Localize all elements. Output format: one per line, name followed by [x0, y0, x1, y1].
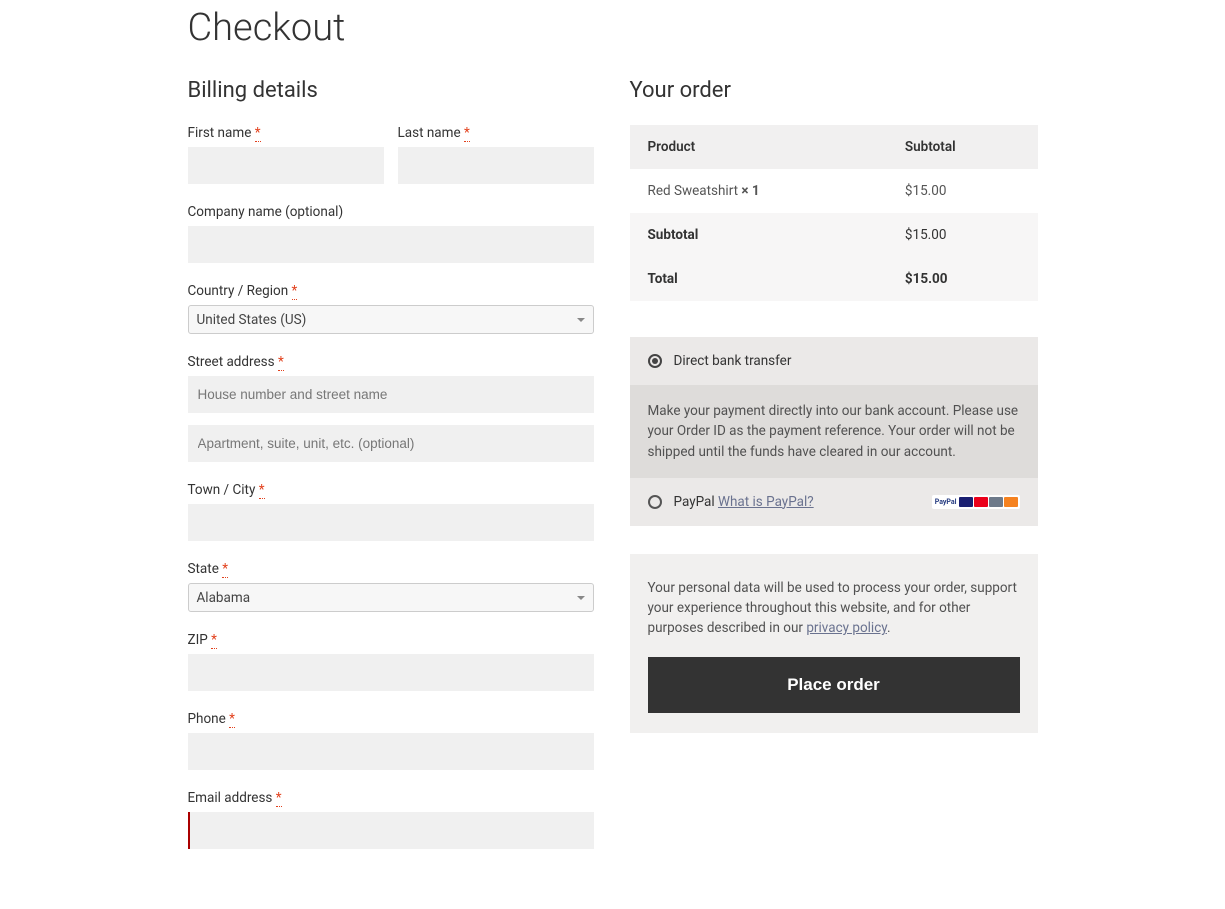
item-name: Red Sweatshirt	[648, 183, 742, 199]
what-is-paypal-link[interactable]: What is PayPal?	[718, 494, 814, 510]
apartment-field[interactable]	[188, 425, 594, 462]
first-name-field[interactable]	[188, 147, 384, 184]
zip-field[interactable]	[188, 654, 594, 691]
subtotal-value: $15.00	[887, 213, 1038, 257]
country-label: Country / Region *	[188, 283, 594, 299]
item-qty: × 1	[741, 183, 759, 199]
phone-label: Phone *	[188, 711, 594, 727]
email-field[interactable]	[188, 812, 594, 849]
required-asterisk: *	[229, 711, 235, 728]
item-price: $15.00	[887, 169, 1038, 213]
required-asterisk: *	[292, 283, 298, 300]
state-label: State *	[188, 561, 594, 577]
page-title: Checkout	[188, 6, 1038, 50]
street-label: Street address *	[188, 354, 594, 370]
required-asterisk: *	[259, 482, 265, 499]
privacy-policy-link[interactable]: privacy policy	[806, 620, 887, 636]
paypal-label: PayPal	[674, 494, 719, 510]
order-table: Product Subtotal Red Sweatshirt × 1 $15.…	[630, 125, 1038, 301]
place-order-button[interactable]: Place order	[648, 657, 1020, 713]
privacy-box: Your personal data will be used to proce…	[630, 554, 1038, 733]
city-field[interactable]	[188, 504, 594, 541]
order-heading: Your order	[630, 78, 1038, 103]
order-section: Your order Product Subtotal Red Sweatshi…	[630, 78, 1038, 869]
bank-transfer-label: Direct bank transfer	[674, 353, 792, 369]
required-asterisk: *	[211, 632, 217, 649]
required-asterisk: *	[278, 354, 284, 371]
total-row: Total $15.00	[630, 257, 1038, 301]
email-label: Email address *	[188, 790, 594, 806]
required-asterisk: *	[276, 790, 282, 807]
table-header-row: Product Subtotal	[630, 125, 1038, 169]
state-value: Alabama	[197, 590, 251, 606]
payment-methods: Direct bank transfer Make your payment d…	[630, 337, 1038, 526]
subtotal-row: Subtotal $15.00	[630, 213, 1038, 257]
billing-section: Billing details First name * Last name *…	[188, 78, 594, 869]
street-field[interactable]	[188, 376, 594, 413]
total-label: Total	[630, 257, 887, 301]
zip-label: ZIP *	[188, 632, 594, 648]
payment-option-paypal[interactable]: PayPal What is PayPal? PayPal	[630, 478, 1038, 526]
country-value: United States (US)	[197, 312, 307, 328]
first-name-label: First name *	[188, 125, 384, 141]
discover-icon	[1004, 497, 1018, 507]
last-name-label: Last name *	[398, 125, 594, 141]
privacy-text: Your personal data will be used to proce…	[648, 578, 1020, 639]
radio-icon[interactable]	[648, 354, 662, 368]
country-select[interactable]: United States (US)	[188, 305, 594, 334]
required-asterisk: *	[222, 561, 228, 578]
mastercard-icon	[974, 497, 988, 507]
bank-transfer-description: Make your payment directly into our bank…	[630, 385, 1038, 478]
col-subtotal: Subtotal	[887, 125, 1038, 169]
phone-field[interactable]	[188, 733, 594, 770]
subtotal-label: Subtotal	[630, 213, 887, 257]
city-label: Town / City *	[188, 482, 594, 498]
payment-cards-icon: PayPal	[932, 495, 1020, 509]
table-row: Red Sweatshirt × 1 $15.00	[630, 169, 1038, 213]
paypal-logo-icon: PayPal	[934, 498, 958, 506]
required-asterisk: *	[464, 125, 470, 142]
company-label: Company name (optional)	[188, 204, 594, 220]
state-select[interactable]: Alabama	[188, 583, 594, 612]
total-value: $15.00	[887, 257, 1038, 301]
payment-option-bank[interactable]: Direct bank transfer	[630, 337, 1038, 385]
amex-icon	[989, 497, 1003, 507]
required-asterisk: *	[255, 125, 261, 142]
col-product: Product	[630, 125, 887, 169]
last-name-field[interactable]	[398, 147, 594, 184]
visa-icon	[959, 497, 973, 507]
company-field[interactable]	[188, 226, 594, 263]
billing-heading: Billing details	[188, 78, 594, 103]
radio-icon[interactable]	[648, 495, 662, 509]
